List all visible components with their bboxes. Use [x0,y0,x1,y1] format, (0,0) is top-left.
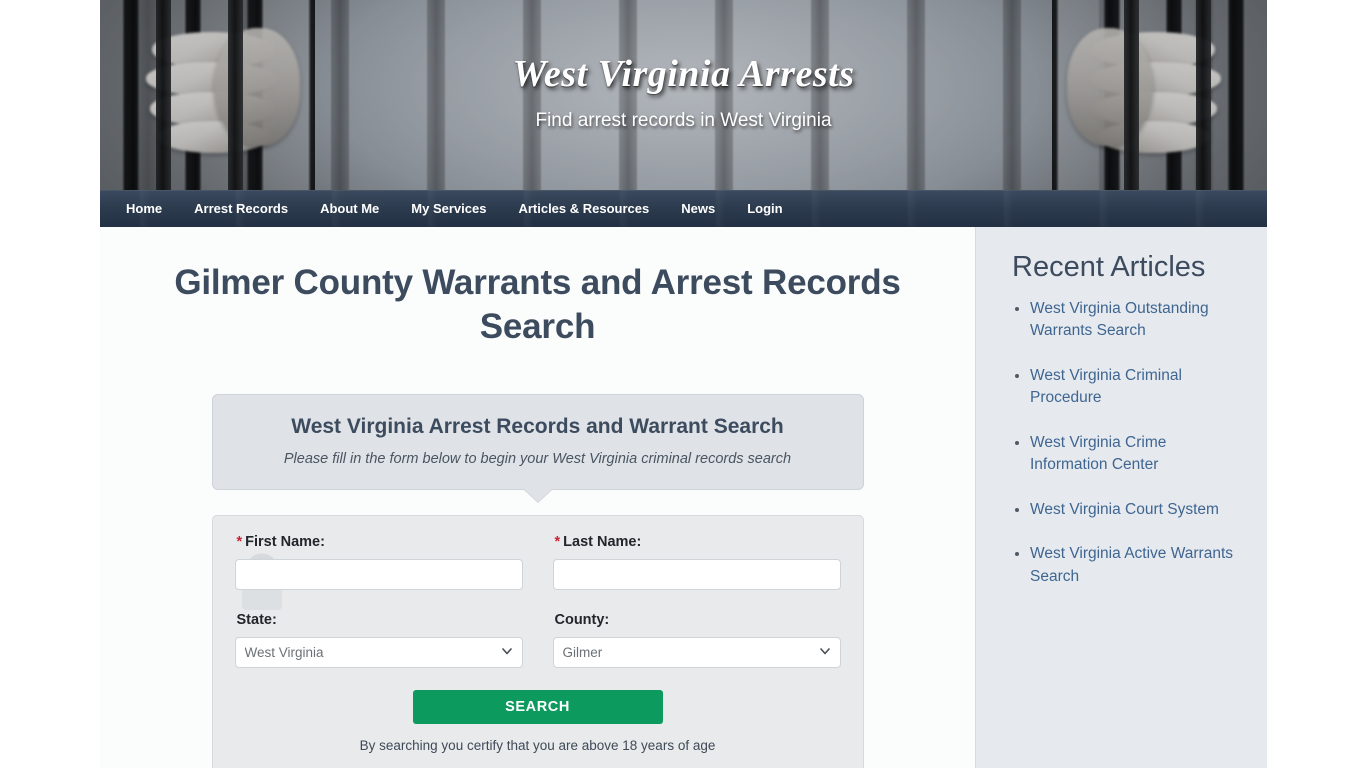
main-column: Gilmer County Warrants and Arrest Record… [100,227,975,768]
search-form: * First Name: * Last Name: State: West V… [211,514,864,768]
site-header-banner: West Virginia Arrests Find arrest record… [100,0,1267,190]
last-name-input[interactable] [552,558,841,590]
header-text-group: West Virginia Arrests Find arrest record… [100,52,1267,132]
list-item: West Virginia Outstanding Warrants Searc… [1030,298,1241,343]
callout-subtitle: Please fill in the form below to begin y… [283,450,792,467]
list-item: West Virginia Court System [1030,499,1241,521]
nav-item-login[interactable]: Login [731,190,798,227]
nav-item-arrest-records[interactable]: Arrest Records [178,190,304,227]
sidebar-article-link-4[interactable]: West Virginia Court System [1030,501,1219,518]
nav-item-articles-resources[interactable]: Articles & Resources [502,190,665,227]
list-item: West Virginia Active Warrants Search [1030,543,1241,588]
state-select[interactable]: West Virginia [234,636,523,668]
first-name-label: * First Name: [237,534,523,550]
page-title: Gilmer County Warrants and Arrest Record… [174,263,901,347]
age-disclaimer: By searching you certify that you are ab… [359,737,716,753]
search-button-row: SEARCH [235,689,841,724]
required-marker-last-name: * [554,533,561,550]
site-container: West Virginia Arrests Find arrest record… [100,0,1267,768]
state-field-group: State: West Virginia [234,611,523,668]
last-name-field-group: * Last Name: [552,534,841,590]
recent-articles-list: West Virginia Outstanding Warrants Searc… [1012,298,1241,588]
nav-item-home[interactable]: Home [110,190,178,227]
content-area: Gilmer County Warrants and Arrest Record… [100,227,1267,768]
page-root: West Virginia Arrests Find arrest record… [0,0,1366,768]
nav-item-news[interactable]: News [665,190,731,227]
first-name-input[interactable] [234,558,523,590]
last-name-label-text: Last Name: [563,533,642,550]
sidebar-title: Recent Articles [1012,251,1206,283]
required-marker-first-name: * [236,533,243,550]
sidebar-article-link-1[interactable]: West Virginia Outstanding Warrants Searc… [1030,300,1209,339]
nav-item-my-services[interactable]: My Services [395,190,502,227]
main-navigation: Home Arrest Records About Me My Services… [100,190,1267,227]
first-name-field-group: * First Name: [234,534,523,590]
nav-item-about-me[interactable]: About Me [304,190,395,227]
county-label: County: [554,611,610,628]
list-item: West Virginia Criminal Procedure [1030,365,1241,410]
search-button[interactable]: SEARCH [412,689,663,724]
list-item: West Virginia Crime Information Center [1030,432,1241,477]
sidebar-article-link-2[interactable]: West Virginia Criminal Procedure [1030,367,1182,406]
first-name-label-text: First Name: [245,533,325,550]
callout-pointer-icon [523,488,552,502]
county-select[interactable]: Gilmer [552,636,841,668]
sidebar: Recent Articles West Virginia Outstandin… [975,227,1267,768]
name-fields-row: * First Name: * Last Name: [234,534,841,590]
site-title: West Virginia Arrests [512,53,855,95]
county-select-wrap: Gilmer [552,636,841,668]
sidebar-article-link-5[interactable]: West Virginia Active Warrants Search [1030,545,1233,584]
county-field-group: County: Gilmer [552,611,841,668]
location-fields-row: State: West Virginia County: Gilmer [234,611,841,668]
last-name-label: * Last Name: [555,534,841,550]
state-select-wrap: West Virginia [234,636,523,668]
sidebar-article-link-3[interactable]: West Virginia Crime Information Center [1030,434,1166,473]
state-label: State: [236,611,277,628]
form-row-spacer [235,590,841,612]
search-callout: West Virginia Arrest Records and Warrant… [211,393,864,502]
callout-title: West Virginia Arrest Records and Warrant… [291,414,784,438]
site-tagline: Find arrest records in West Virginia [535,110,832,131]
